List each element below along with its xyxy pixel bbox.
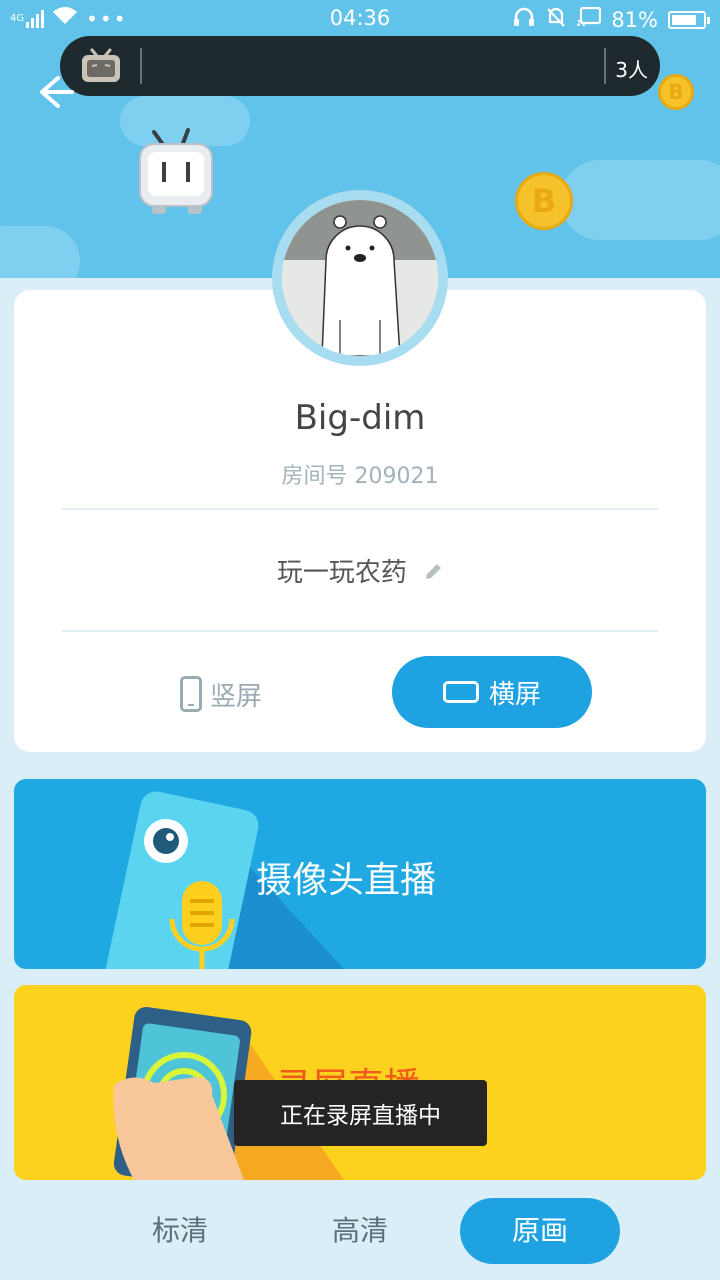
pencil-icon[interactable]: [423, 559, 443, 589]
avatar[interactable]: [282, 200, 438, 356]
mute-bell-icon: [545, 6, 567, 33]
status-bar: 4G ••• 04:36 81%: [0, 0, 720, 38]
landscape-label: 横屏: [488, 679, 541, 710]
back-button[interactable]: [36, 72, 76, 112]
coin-icon: B: [658, 74, 694, 110]
quality-option-original[interactable]: 原画: [460, 1198, 620, 1264]
stream-title-row[interactable]: 玩一玩农药: [14, 552, 706, 589]
stream-title: 玩一玩农药: [276, 558, 407, 588]
viewer-count: 3人: [615, 58, 648, 82]
toast-message: 正在录屏直播中: [234, 1080, 487, 1146]
quality-selector: 标清 高清 原画: [0, 1190, 720, 1280]
quality-option-sd[interactable]: 标清: [100, 1198, 260, 1264]
phone-landscape-icon: [442, 681, 479, 703]
cloud-decoration: [0, 226, 80, 278]
coin-icon: B: [515, 172, 573, 230]
battery-icon: [668, 10, 710, 29]
divider: [604, 48, 606, 84]
camera-live-button[interactable]: 摄像头直播: [14, 779, 706, 969]
bilibili-tv-icon: [80, 48, 122, 84]
floating-control-bar[interactable]: 3人: [60, 36, 660, 96]
headset-icon: [513, 7, 535, 32]
phone-portrait-icon: [180, 676, 202, 712]
divider: [62, 630, 658, 632]
quality-option-hd[interactable]: 高清: [280, 1198, 440, 1264]
room-id: 房间号 209021: [281, 464, 439, 489]
cast-icon: [577, 6, 602, 32]
portrait-label: 竖屏: [210, 681, 263, 712]
username: Big-dim: [294, 398, 426, 438]
camera-live-label: 摄像头直播: [256, 860, 437, 901]
divider: [140, 48, 142, 84]
landscape-option[interactable]: 横屏: [392, 656, 592, 728]
polar-bear-avatar-image: [282, 200, 438, 356]
mascot-tv-icon: [132, 128, 222, 218]
battery-percent: 81%: [611, 7, 658, 32]
cloud-decoration: [560, 160, 720, 240]
divider: [62, 508, 658, 510]
portrait-option[interactable]: 竖屏: [180, 672, 262, 716]
battery-level-fill: [672, 14, 697, 25]
arrow-left-icon: [40, 76, 74, 108]
